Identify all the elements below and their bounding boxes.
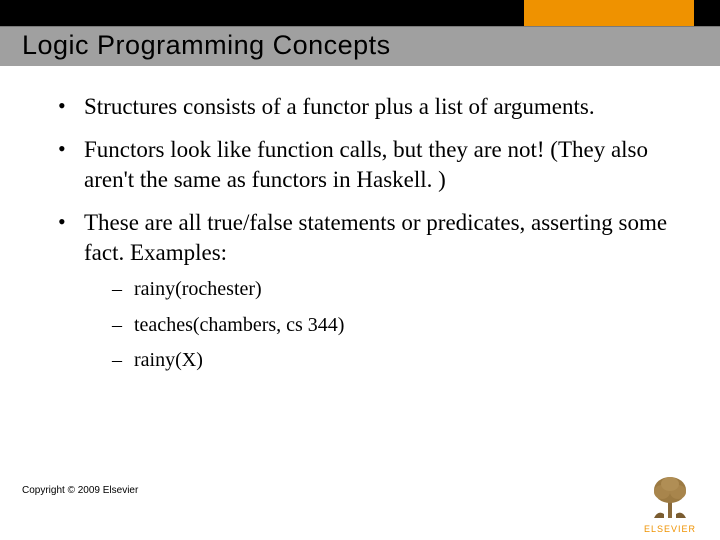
bullet-item: Functors look like function calls, but t… (58, 135, 668, 194)
sub-bullet-text: rainy(X) (134, 349, 203, 371)
slide-content: Structures consists of a functor plus a … (58, 92, 668, 388)
sub-bullet-list: rainy(rochester) teaches(chambers, cs 34… (112, 277, 668, 374)
sub-bullet-item: rainy(rochester) (112, 277, 668, 303)
publisher-name: ELSEVIER (638, 524, 702, 534)
copyright-text: Copyright © 2009 Elsevier (22, 485, 138, 496)
sub-bullet-text: rainy(rochester) (134, 278, 262, 300)
bullet-text: Functors look like function calls, but t… (84, 137, 648, 191)
bullet-item: These are all true/false statements or p… (58, 208, 668, 374)
sub-bullet-item: rainy(X) (112, 348, 668, 374)
bullet-text: These are all true/false statements or p… (84, 210, 667, 264)
bullet-text: Structures consists of a functor plus a … (84, 94, 595, 119)
publisher-logo: ELSEVIER (638, 474, 702, 534)
bullet-item: Structures consists of a functor plus a … (58, 92, 668, 121)
sub-bullet-text: teaches(chambers, cs 344) (134, 314, 344, 336)
tree-icon (644, 474, 696, 518)
slide-title: Logic Programming Concepts (22, 30, 391, 61)
sub-bullet-item: teaches(chambers, cs 344) (112, 313, 668, 339)
